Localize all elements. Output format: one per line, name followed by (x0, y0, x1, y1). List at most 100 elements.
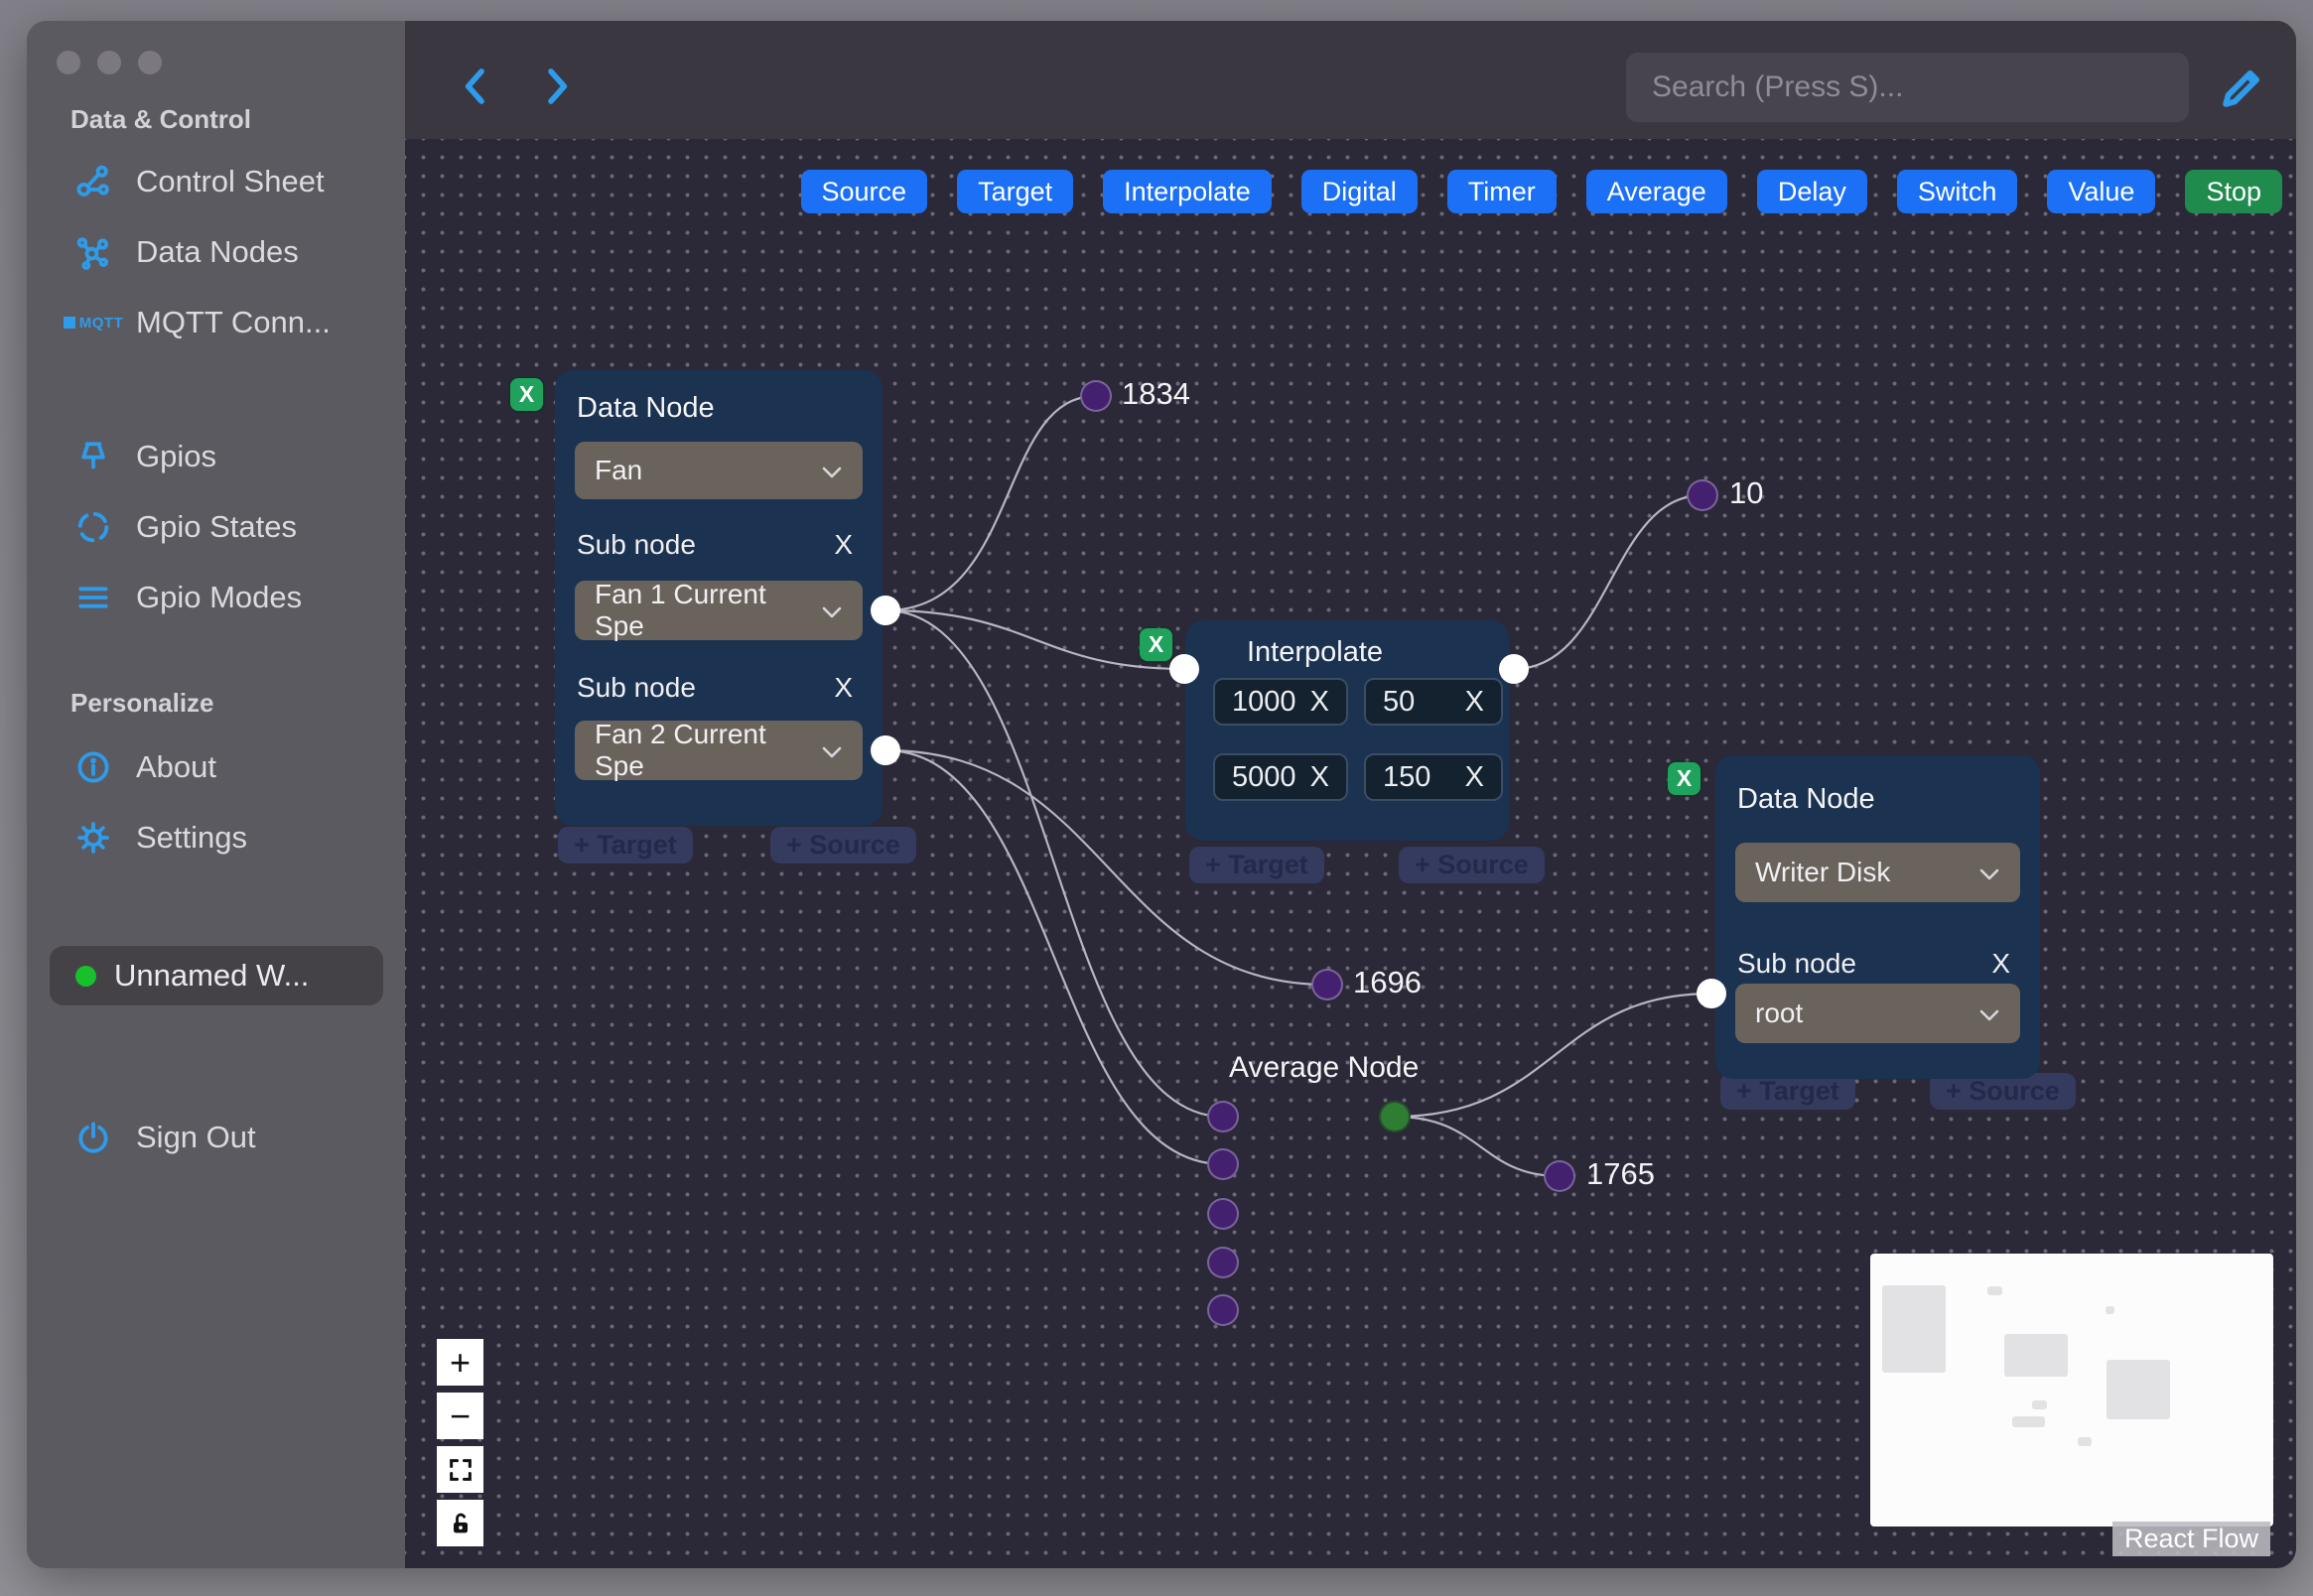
delete-writer-node-button[interactable]: X (1668, 762, 1701, 795)
fan-sub2-dropdown[interactable]: Fan 2 Current Spe (575, 719, 863, 781)
mqtt-icon: MQTT (63, 302, 123, 343)
sidebar-item-label: About (136, 749, 217, 784)
add-source-button[interactable]: Source (800, 170, 928, 213)
zoom-in-button[interactable]: + (437, 1339, 483, 1386)
remove-sub-node-button[interactable]: X (834, 529, 853, 561)
edge-average-1765[interactable] (1394, 1115, 1561, 1178)
average-node-label: Average Node (1229, 1051, 1420, 1084)
value-node-10-dot[interactable] (1687, 479, 1718, 511)
remove-value-button[interactable]: X (1310, 761, 1329, 794)
minimap-node (2012, 1416, 2045, 1427)
fan-sub2-source-handle[interactable] (871, 735, 900, 765)
sidebar-item-control-sheet[interactable]: Control Sheet (72, 161, 325, 202)
add-average-button[interactable]: Average (1585, 170, 1727, 213)
delete-interpolate-node-button[interactable]: X (1140, 628, 1172, 661)
writer-target-handle[interactable] (1697, 979, 1726, 1008)
interpolate-source-handle[interactable] (1499, 654, 1529, 684)
minimap-node (2004, 1334, 2068, 1377)
search-input[interactable] (1626, 53, 2189, 122)
interpolate-target-handle[interactable] (1169, 654, 1199, 684)
remove-sub-node-button[interactable]: X (1991, 948, 2010, 980)
sidebar-item-mqtt[interactable]: MQTT MQTT Conn... (63, 302, 331, 343)
writer-sub-dropdown[interactable]: root (1735, 984, 2020, 1043)
sub-node-label: Sub node (577, 529, 696, 560)
minimap-node (2032, 1400, 2047, 1409)
value-node-1765-dot[interactable] (1544, 1160, 1575, 1192)
add-target-button[interactable]: Target (957, 170, 1074, 213)
edit-pencil-icon[interactable] (2216, 61, 2269, 114)
edge-fan1-average[interactable] (884, 608, 1224, 1119)
add-interpolate-button[interactable]: Interpolate (1103, 170, 1272, 213)
fan-data-node[interactable]: Data Node Fan Sub node X Fan 1 Current S… (555, 370, 883, 826)
value-node-1834-dot[interactable] (1080, 380, 1112, 412)
add-switch-button[interactable]: Switch (1896, 170, 2018, 213)
sidebar-item-sign-out[interactable]: Sign Out (72, 1117, 256, 1158)
edge-interpolate-10[interactable] (1513, 493, 1703, 671)
fit-view-button[interactable] (437, 1446, 483, 1493)
fan-type-dropdown[interactable]: Fan (575, 442, 863, 499)
node-title: Data Node (577, 392, 715, 424)
fan-sub1-source-handle[interactable] (871, 596, 900, 625)
minimap[interactable] (1870, 1254, 2273, 1527)
window-traffic-lights[interactable] (57, 51, 162, 74)
input-value: 1000 (1232, 685, 1296, 718)
minimap-node (1987, 1286, 2002, 1295)
workflow-status-dot (75, 965, 96, 987)
pin-icon (72, 436, 114, 477)
edge-fan2-average[interactable] (884, 748, 1224, 1166)
interpolate-input-4[interactable]: 150 X (1364, 753, 1503, 801)
react-flow-attribution[interactable]: React Flow (2112, 1522, 2271, 1556)
flow-canvas[interactable]: Source Target Interpolate Digital Timer … (405, 21, 2296, 1568)
input-value: 5000 (1232, 760, 1296, 793)
sidebar-item-gpios[interactable]: Gpios (72, 436, 216, 477)
value-node-1696-dot[interactable] (1311, 969, 1343, 1000)
remove-value-button[interactable]: X (1465, 761, 1484, 794)
average-input-handle-5[interactable] (1207, 1294, 1239, 1326)
lock-toggle-button[interactable] (437, 1500, 483, 1546)
sidebar-item-workflow[interactable]: Unnamed W... (50, 946, 383, 1005)
node-title: Data Node (1737, 783, 1875, 815)
node-title: Interpolate (1247, 636, 1384, 668)
interpolate-input-3[interactable]: 5000 X (1213, 753, 1348, 801)
add-digital-button[interactable]: Digital (1300, 170, 1418, 213)
interpolate-input-1[interactable]: 1000 X (1213, 678, 1348, 726)
canvas-topbar (405, 21, 2296, 139)
info-icon (72, 746, 114, 788)
minimize-window-icon[interactable] (97, 51, 121, 74)
sidebar-item-label: Gpio States (136, 509, 297, 544)
gear-icon (72, 817, 114, 859)
close-window-icon[interactable] (57, 51, 80, 74)
fan-sub1-dropdown[interactable]: Fan 1 Current Spe (575, 579, 863, 641)
stop-button[interactable]: Stop (2185, 170, 2282, 213)
writer-data-node[interactable]: Data Node Writer Disk Sub node X root (1715, 755, 2040, 1079)
edge-fan1-1834[interactable] (884, 394, 1097, 612)
zoom-window-icon[interactable] (138, 51, 162, 74)
remove-value-button[interactable]: X (1465, 686, 1484, 719)
sub-node-label: Sub node (1737, 948, 1856, 979)
average-input-handle-2[interactable] (1207, 1148, 1239, 1180)
zoom-out-button[interactable]: − (437, 1393, 483, 1439)
add-delay-button[interactable]: Delay (1756, 170, 1867, 213)
interpolate-input-2[interactable]: 50 X (1364, 678, 1503, 726)
sidebar-item-gpio-states[interactable]: Gpio States (72, 506, 297, 548)
workflow-label: Unnamed W... (114, 958, 310, 993)
sidebar-item-about[interactable]: About (72, 746, 216, 788)
delete-fan-node-button[interactable]: X (510, 378, 543, 411)
average-input-handle-1[interactable] (1207, 1101, 1239, 1132)
writer-type-dropdown[interactable]: Writer Disk (1735, 843, 2020, 902)
remove-value-button[interactable]: X (1310, 686, 1329, 719)
average-output-handle[interactable] (1379, 1101, 1411, 1132)
remove-sub-node-button[interactable]: X (834, 672, 853, 704)
average-input-handle-4[interactable] (1207, 1247, 1239, 1278)
sidebar-item-gpio-modes[interactable]: Gpio Modes (72, 577, 302, 618)
add-timer-button[interactable]: Timer (1446, 170, 1557, 213)
average-input-handle-3[interactable] (1207, 1198, 1239, 1230)
sidebar-item-label: Gpios (136, 439, 216, 473)
edge-average-writer[interactable] (1394, 992, 1712, 1119)
forward-chevron-icon[interactable] (536, 65, 576, 108)
sidebar-item-data-nodes[interactable]: Data Nodes (72, 231, 299, 273)
sidebar-item-settings[interactable]: Settings (72, 817, 247, 859)
interpolate-node[interactable]: Interpolate 1000 X 50 X 5000 X 150 X (1185, 620, 1509, 841)
add-value-button[interactable]: Value (2047, 170, 2156, 213)
back-chevron-icon[interactable] (457, 65, 496, 108)
